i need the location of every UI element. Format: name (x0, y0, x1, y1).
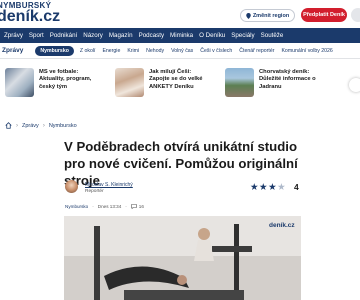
main-nav-item[interactable]: Zprávy (4, 32, 23, 39)
meta-separator: · (92, 204, 94, 209)
photo-watermark: deník.cz (269, 222, 295, 229)
sub-nav-item-active[interactable]: Nymbursko (35, 45, 74, 56)
photo-scene (64, 216, 301, 300)
author-name[interactable]: Miroslav S. Kleinrichý (85, 182, 133, 188)
main-nav-item[interactable]: Speciály (231, 32, 254, 39)
article-photo[interactable]: deník.cz (64, 216, 301, 300)
main-nav-item[interactable]: Magazín (109, 32, 133, 39)
main-nav-item[interactable]: Miminka (170, 32, 193, 39)
comment-icon[interactable] (130, 204, 137, 209)
teaser-thumbnail (225, 68, 254, 97)
teaser-thumbnail (115, 68, 144, 97)
teaser-card[interactable]: Jak milují Češi: Zapojte se do velké ANK… (115, 68, 209, 106)
teaser-title: Jak milují Češi: Zapojte se do velké ANK… (149, 69, 203, 90)
sub-nav-item[interactable]: Volný čas (171, 48, 193, 54)
chevron-right-icon: › (16, 122, 18, 129)
change-region-button[interactable]: Změnit region (240, 9, 295, 22)
star-icon: ★ (259, 182, 269, 193)
rating-value: 4 (294, 182, 299, 192)
rating-stars[interactable]: ★★★★ (250, 183, 286, 193)
main-nav-item[interactable]: Podnikání (50, 32, 78, 39)
sub-nav-item[interactable]: Čtenář reportér (239, 48, 274, 54)
breadcrumb-item[interactable]: Zprávy (22, 123, 39, 129)
site-header: NYMBURSKÝ deník.cz Změnit region Předpla… (0, 0, 360, 28)
breadcrumb-item[interactable]: Nymbursko (49, 123, 77, 129)
teaser-next-button[interactable] (349, 78, 360, 92)
chevron-right-icon: › (42, 122, 45, 129)
main-nav-item[interactable]: Soutěže (261, 32, 284, 39)
teaser-thumbnail (5, 68, 34, 97)
sub-nav-item[interactable]: Z okolí (80, 48, 96, 54)
main-nav: Zprávy Sport Podnikání Názory Magazín Po… (0, 28, 360, 43)
user-avatar[interactable] (351, 8, 360, 22)
main-nav-item[interactable]: O Deníku (199, 32, 225, 39)
change-region-label: Změnit region (252, 12, 290, 19)
teaser-title: MS ve fotbale: Aktuality, program, český… (39, 69, 92, 90)
home-icon[interactable] (5, 122, 12, 129)
subscribe-button[interactable]: Předplatit Deník (301, 8, 347, 22)
article-meta: Nymbursko · Dnes 13:34 · 16 (65, 204, 144, 209)
main-nav-item[interactable]: Podcasty (139, 32, 164, 39)
meta-separator: · (125, 204, 127, 209)
sub-nav-item[interactable]: Češi v číslech (200, 48, 232, 54)
sub-nav-item[interactable]: Nehody (146, 48, 164, 54)
teaser-strip: MS ve fotbale: Aktuality, program, český… (0, 68, 360, 106)
article-category[interactable]: Nymbursko (65, 204, 88, 209)
breadcrumb: › Zprávy › Nymbursko (5, 122, 77, 129)
star-icon: ★ (268, 182, 278, 193)
comment-count[interactable]: 16 (139, 204, 144, 209)
site-logo[interactable]: NYMBURSKÝ deník.cz (0, 2, 60, 25)
sub-nav-section[interactable]: Zprávy (2, 47, 23, 54)
main-nav-item[interactable]: Sport (29, 32, 44, 39)
teaser-card[interactable]: MS ve fotbale: Aktuality, program, český… (5, 68, 99, 106)
star-icon: ★ (277, 182, 287, 193)
teaser-card[interactable]: Chorvatský deník: Důležité informace o J… (225, 68, 319, 106)
sub-nav-item[interactable]: Krimi (127, 48, 139, 54)
sub-nav-item[interactable]: Energie (102, 48, 120, 54)
map-pin-icon (246, 12, 251, 19)
main-nav-item[interactable]: Názory (83, 32, 103, 39)
author-role: Reportér (85, 189, 104, 194)
sub-nav: Zprávy Nymbursko Z okolí Energie Krimi N… (0, 43, 360, 59)
sub-nav-item[interactable]: Komunální volby 2026 (281, 48, 332, 54)
logo-text: deník.cz (0, 8, 61, 25)
star-icon: ★ (250, 182, 260, 193)
article-date: Dnes 13:34 (97, 204, 122, 209)
teaser-title: Chorvatský deník: Důležité informace o J… (259, 69, 316, 90)
author-avatar[interactable] (65, 180, 78, 193)
